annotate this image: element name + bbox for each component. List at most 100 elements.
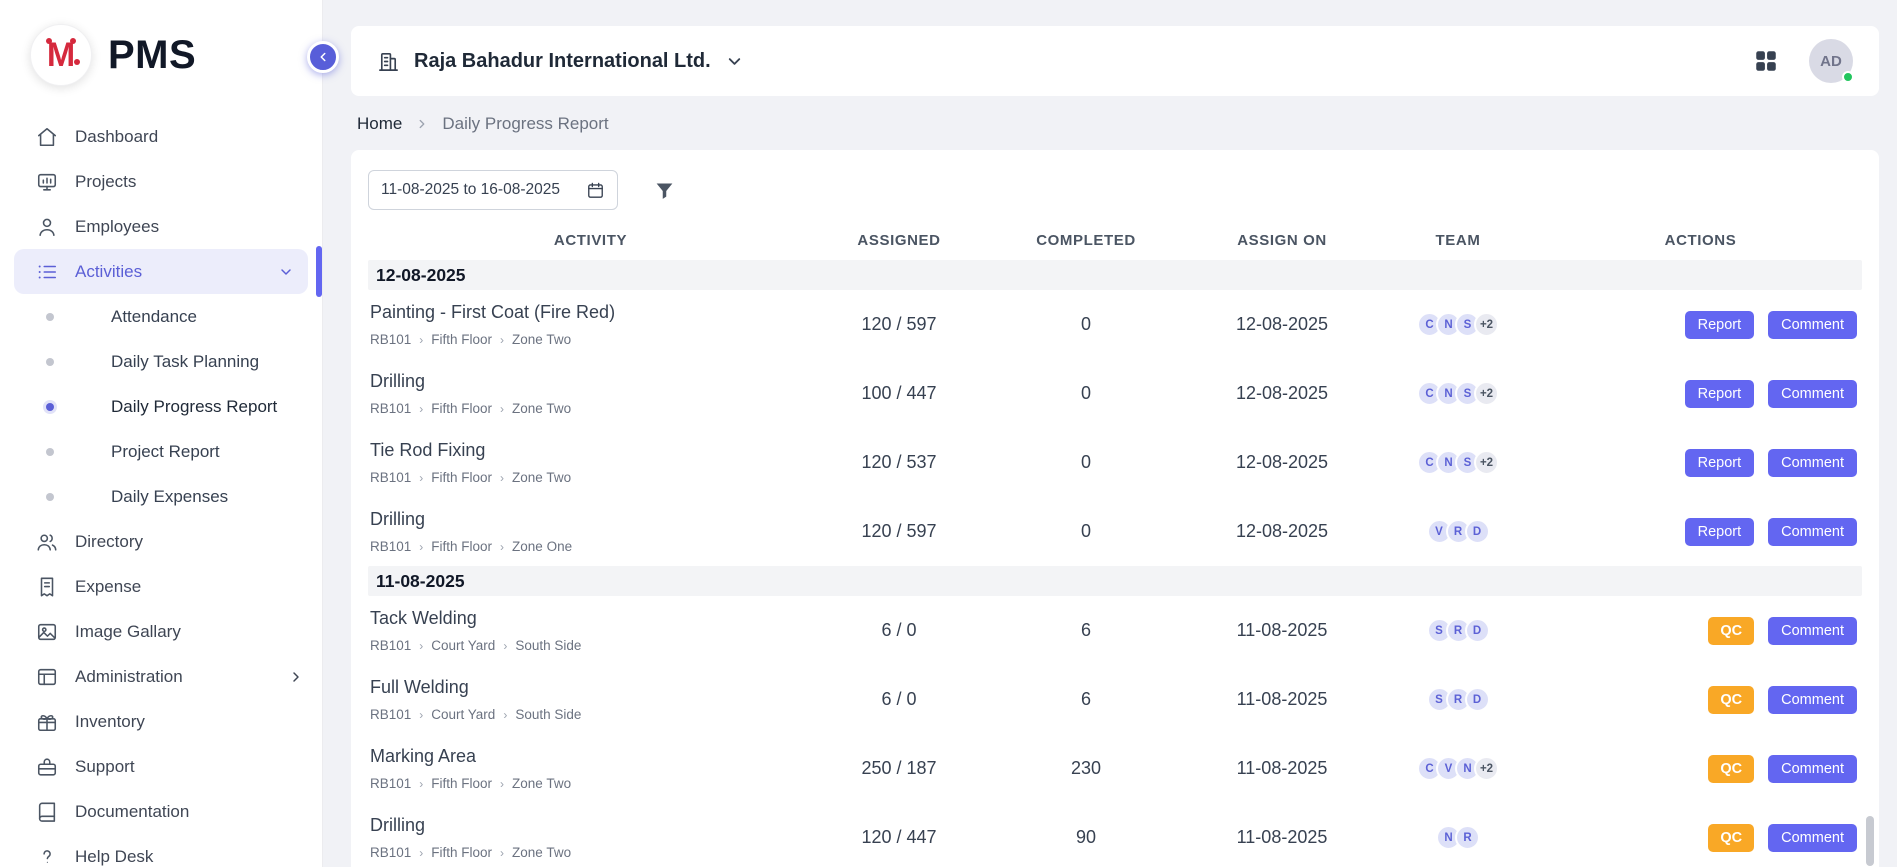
bullet-icon [46,313,54,321]
scrollbar-thumb[interactable] [1866,816,1874,866]
app-root: M PMS Dashboard Projects Employees Activiti… [0,26,1897,867]
sidebar-subitem-daily-expenses[interactable]: Daily Expenses [0,474,322,519]
activities-icon [36,261,58,283]
qc-button[interactable]: QC [1708,755,1754,783]
sidebar-item-label: Projects [75,172,136,192]
sidebar-subitem-label: Attendance [111,307,197,327]
chevron-right-icon [415,117,429,131]
assign-on-value: 12-08-2025 [1187,383,1377,404]
activity-cell: DrillingRB101›Fifth Floor›Zone One [368,509,813,554]
qc-button[interactable]: QC [1708,824,1754,852]
sidebar-item-documentation[interactable]: Documentation [0,789,322,834]
sidebar-item-activities[interactable]: Activities [14,249,308,294]
activity-cell: Full WeldingRB101›Court Yard›South Side [368,677,813,722]
sidebar-item-expense[interactable]: Expense [0,564,322,609]
sidebar-item-support[interactable]: Support [0,744,322,789]
team-avatar: D [1465,618,1490,643]
assigned-value: 120 / 597 [813,521,985,542]
chevron-left-icon [316,50,330,64]
table-row: Marking AreaRB101›Fifth Floor›Zone Two25… [368,734,1862,803]
comment-button[interactable]: Comment [1768,617,1857,645]
report-button[interactable]: Report [1685,449,1755,477]
chevron-right-icon: › [500,847,504,859]
table-row: DrillingRB101›Fifth Floor›Zone One120 / … [368,497,1862,566]
content-card: 11-08-2025 to 16-08-2025 ACTIVITY ASSIGN… [351,150,1879,867]
team-avatars: CNS+2 [1377,312,1539,337]
gallery-icon [36,621,58,643]
comment-button[interactable]: Comment [1768,311,1857,339]
sidebar-subitem-project-report[interactable]: Project Report [0,429,322,474]
sidebar-item-label: Employees [75,217,159,237]
filter-icon[interactable] [654,180,675,201]
sidebar-subitem-attendance[interactable]: Attendance [0,294,322,339]
sidebar-item-help-desk[interactable]: Help Desk [0,834,322,867]
table-row: Tie Rod FixingRB101›Fifth Floor›Zone Two… [368,428,1862,497]
sidebar-subitem-daily-task-planning[interactable]: Daily Task Planning [0,339,322,384]
date-range-input[interactable]: 11-08-2025 to 16-08-2025 [368,170,618,210]
qc-button[interactable]: QC [1708,686,1754,714]
app-name: PMS [108,33,196,78]
online-status-dot [1842,71,1854,83]
date-range-value: 11-08-2025 to 16-08-2025 [381,181,560,199]
assign-on-value: 11-08-2025 [1187,620,1377,641]
comment-button[interactable]: Comment [1768,518,1857,546]
table-row: Tack WeldingRB101›Court Yard›South Side6… [368,596,1862,665]
sidebar-subitem-daily-progress-report[interactable]: Daily Progress Report [0,384,322,429]
sidebar-item-projects[interactable]: Projects [0,159,322,204]
inventory-icon [36,711,58,733]
company-name: Raja Bahadur International Ltd. [414,50,711,73]
avatar[interactable]: AD [1809,39,1853,83]
report-button[interactable]: Report [1685,518,1755,546]
activity-cell: DrillingRB101›Fifth Floor›Zone Two [368,815,813,860]
comment-button[interactable]: Comment [1768,380,1857,408]
breadcrumb-home[interactable]: Home [357,114,402,134]
path-segment: RB101 [370,638,411,653]
assign-on-value: 11-08-2025 [1187,827,1377,848]
comment-button[interactable]: Comment [1768,686,1857,714]
sidebar-item-administration[interactable]: Administration [0,654,322,699]
sidebar-item-dashboard[interactable]: Dashboard [0,114,322,159]
bullet-icon [46,448,54,456]
sidebar-item-directory[interactable]: Directory [0,519,322,564]
assigned-value: 120 / 447 [813,827,985,848]
company-selector[interactable]: Raja Bahadur International Ltd. [377,50,744,73]
sidebar-item-inventory[interactable]: Inventory [0,699,322,744]
progress-table: ACTIVITY ASSIGNED COMPLETED ASSIGN ON TE… [368,220,1862,867]
sidebar-collapse-button[interactable] [307,41,339,73]
comment-button[interactable]: Comment [1768,449,1857,477]
app-logo[interactable]: M [30,24,92,86]
activity-path: RB101›Fifth Floor›Zone Two [370,401,813,416]
building-icon [377,50,400,73]
team-avatar: D [1465,687,1490,712]
expense-icon [36,576,58,598]
sidebar-item-label: Dashboard [75,127,158,147]
report-button[interactable]: Report [1685,380,1755,408]
documentation-icon [36,801,58,823]
helpdesk-icon [36,846,58,867]
path-segment: Zone Two [512,845,571,860]
chevron-right-icon: › [419,541,423,553]
qc-button[interactable]: QC [1708,617,1754,645]
group-date: 11-08-2025 [376,571,465,592]
chevron-right-icon: › [500,334,504,346]
assigned-value: 120 / 537 [813,452,985,473]
activity-path: RB101›Fifth Floor›Zone Two [370,776,813,791]
path-segment: RB101 [370,707,411,722]
breadcrumb-current: Daily Progress Report [442,114,608,134]
path-segment: Court Yard [431,638,495,653]
comment-button[interactable]: Comment [1768,755,1857,783]
chevron-right-icon: › [500,472,504,484]
sidebar-item-label: Inventory [75,712,145,732]
sidebar-item-image-gallary[interactable]: Image Gallary [0,609,322,654]
apps-grid-icon[interactable] [1753,48,1779,74]
group-header: 11-08-2025 [368,566,1862,596]
team-avatars: VRD [1377,519,1539,544]
activity-title: Tack Welding [370,608,813,629]
completed-value: 90 [985,827,1187,848]
sidebar-item-employees[interactable]: Employees [0,204,322,249]
activity-title: Marking Area [370,746,813,767]
report-button[interactable]: Report [1685,311,1755,339]
support-icon [36,756,58,778]
comment-button[interactable]: Comment [1768,824,1857,852]
activity-path: RB101›Court Yard›South Side [370,707,813,722]
